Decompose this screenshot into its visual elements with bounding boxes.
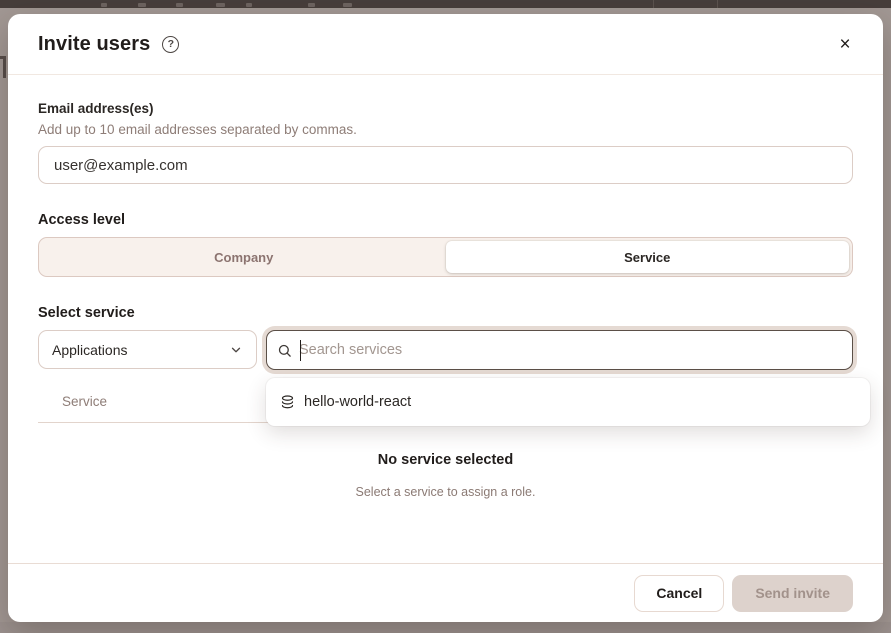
modal-footer: Cancel Send invite	[8, 563, 883, 622]
access-level-label: Access level	[38, 212, 853, 228]
empty-state-title: No service selected	[38, 452, 853, 468]
topbar-text-fragment	[343, 3, 352, 7]
access-level-segmented-control: Company Service	[38, 237, 853, 277]
background-page-heading-fragment	[0, 56, 6, 78]
segment-service[interactable]: Service	[446, 241, 850, 273]
topbar-text-fragment	[176, 3, 183, 7]
service-type-dropdown-value: Applications	[52, 342, 128, 358]
background-topbar	[0, 0, 891, 8]
modal-body: Email address(es) Add up to 10 email add…	[8, 75, 883, 563]
close-icon[interactable]: ×	[831, 30, 859, 58]
overlay-bottom-strip	[0, 622, 891, 633]
topbar-text-fragment	[246, 3, 252, 7]
text-caret	[300, 340, 301, 361]
modal-title: Invite users	[38, 33, 150, 56]
select-service-row: Applications	[38, 330, 853, 370]
topbar-text-fragment	[101, 3, 107, 7]
empty-state: No service selected Select a service to …	[38, 452, 853, 499]
search-result-item[interactable]: hello-world-react	[266, 382, 870, 422]
search-results-panel: hello-world-react	[266, 378, 870, 426]
topbar-text-fragment	[138, 3, 146, 7]
stack-icon	[280, 394, 295, 411]
email-label: Email address(es)	[38, 101, 853, 116]
select-service-label: Select service	[38, 305, 853, 321]
topbar-separator	[653, 0, 654, 8]
search-icon	[277, 343, 292, 358]
send-invite-button[interactable]: Send invite	[732, 575, 853, 612]
chevron-down-icon	[229, 343, 243, 357]
topbar-text-fragment	[308, 3, 315, 7]
help-icon[interactable]: ?	[162, 36, 179, 53]
modal-header: Invite users ? ×	[8, 14, 883, 75]
search-services-input[interactable]	[299, 342, 842, 358]
search-services-field[interactable]	[266, 330, 853, 370]
email-helper-text: Add up to 10 email addresses separated b…	[38, 122, 853, 137]
cancel-button[interactable]: Cancel	[634, 575, 724, 612]
segment-company[interactable]: Company	[42, 241, 446, 273]
email-field[interactable]	[38, 146, 853, 184]
topbar-separator	[717, 0, 718, 8]
empty-state-subtitle: Select a service to assign a role.	[38, 485, 853, 499]
service-type-dropdown[interactable]: Applications	[38, 330, 257, 369]
invite-users-modal: Invite users ? × Email address(es) Add u…	[8, 14, 883, 622]
topbar-text-fragment	[216, 3, 225, 7]
search-result-name: hello-world-react	[304, 394, 411, 410]
